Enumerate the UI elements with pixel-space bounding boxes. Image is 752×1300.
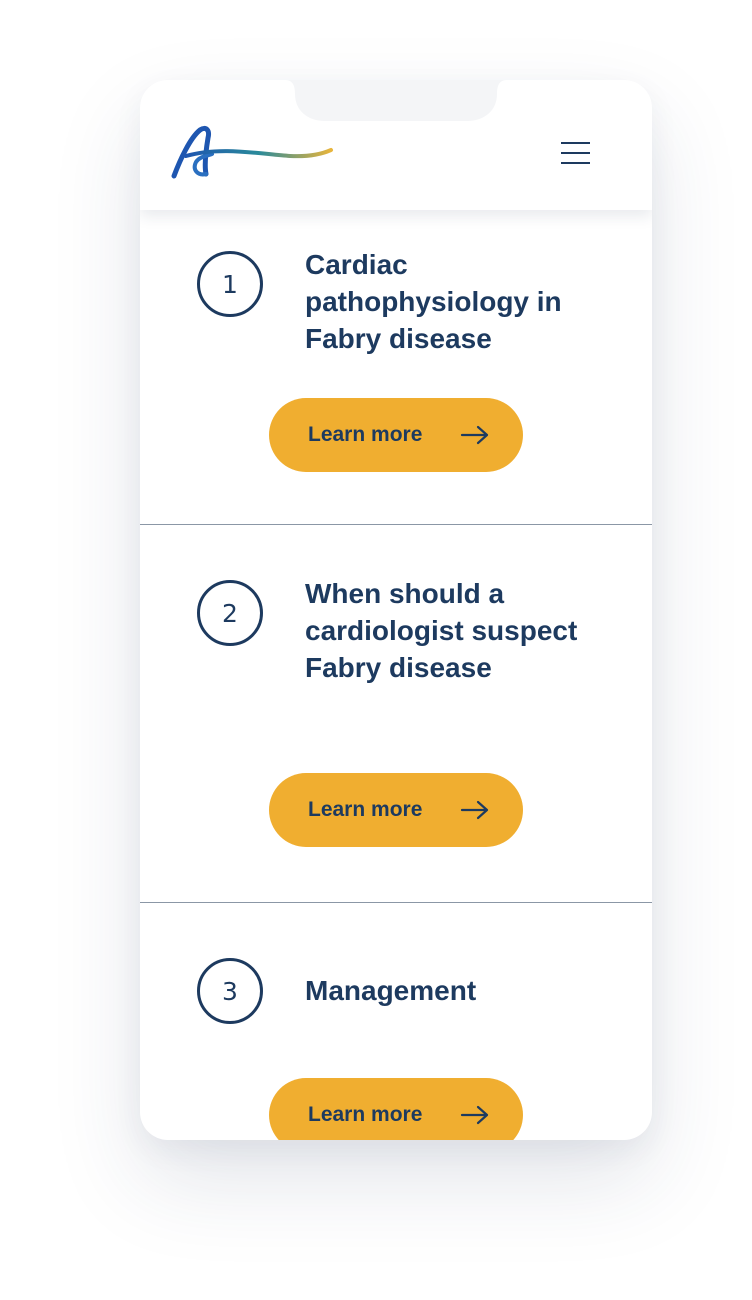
topics-list: 1 Cardiac pathophysiology in Fabry disea… — [140, 210, 652, 1140]
arrow-right-icon — [460, 1105, 489, 1125]
hamburger-menu-icon[interactable] — [554, 138, 596, 168]
phone-frame: 1 Cardiac pathophysiology in Fabry disea… — [140, 80, 652, 1140]
arrow-right-icon — [460, 425, 489, 445]
topic-title: When should a cardiologist suspect Fabry… — [305, 578, 578, 683]
menu-line — [561, 152, 590, 154]
learn-more-label: Learn more — [308, 423, 423, 446]
topic-number-badge: 3 — [197, 958, 263, 1024]
topic-section-3: 3 Management Learn more — [140, 903, 652, 1140]
topic-title: Cardiac pathophysiology in Fabry disease — [305, 249, 562, 354]
page-background: 1 Cardiac pathophysiology in Fabry disea… — [0, 0, 752, 1300]
learn-more-button[interactable]: Learn more — [269, 1078, 523, 1140]
phone-notch — [285, 80, 507, 121]
menu-line — [561, 142, 590, 144]
menu-line — [561, 162, 590, 164]
topic-number-badge: 2 — [197, 580, 263, 646]
learn-more-label: Learn more — [308, 798, 423, 821]
arrow-right-icon — [460, 800, 489, 820]
learn-more-button[interactable]: Learn more — [269, 773, 523, 847]
topic-section-1: 1 Cardiac pathophysiology in Fabry disea… — [140, 210, 652, 525]
learn-more-button[interactable]: Learn more — [269, 398, 523, 472]
brand-logo[interactable] — [170, 124, 336, 180]
learn-more-label: Learn more — [308, 1103, 423, 1126]
topic-number-badge: 1 — [197, 251, 263, 317]
topic-section-2: 2 When should a cardiologist suspect Fab… — [140, 525, 652, 902]
topic-title: Management — [305, 975, 477, 1006]
